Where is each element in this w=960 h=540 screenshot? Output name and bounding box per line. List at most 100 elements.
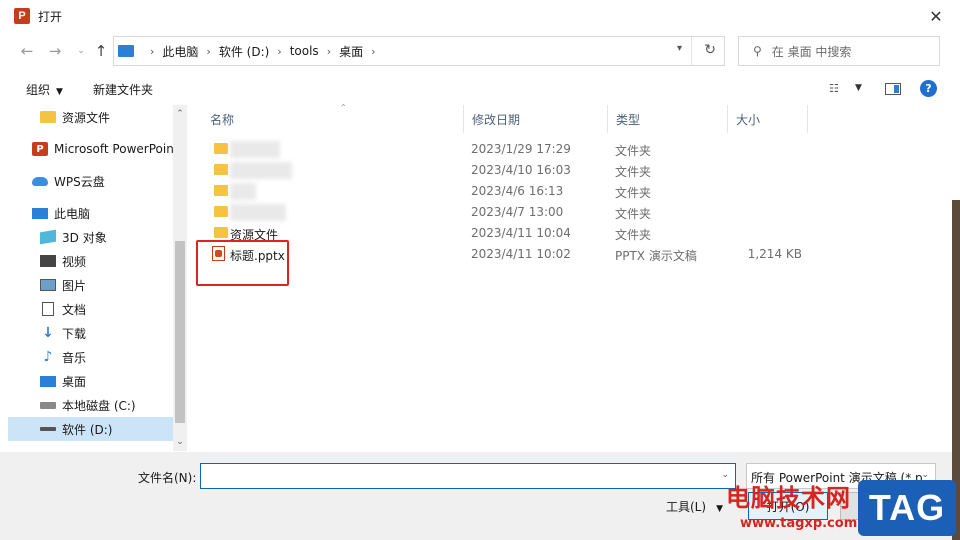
chevron-down-icon: ⌄ — [77, 46, 85, 56]
nav-item-label: 本地磁盘 (C:) — [62, 398, 136, 413]
watermark: 电脑技术网 www.tagxp.com TAG — [720, 478, 960, 540]
blurred-name — [230, 162, 292, 179]
file-row[interactable]: 2023/4/6 16:13 文件夹 — [202, 181, 822, 202]
breadcrumb-tools[interactable]: tools — [290, 44, 319, 58]
nav-item-label: WPS云盘 — [54, 174, 105, 189]
picture-icon — [40, 279, 56, 291]
help-icon[interactable]: ? — [920, 80, 937, 97]
file-row[interactable]: 2023/4/10 16:03 文件夹 — [202, 160, 822, 181]
file-type: 文件夹 — [615, 228, 652, 242]
nav-item-label: Microsoft PowerPoint — [54, 142, 179, 156]
computer-icon — [32, 207, 48, 219]
close-icon: ✕ — [929, 6, 943, 26]
breadcrumb-drive-d[interactable]: 软件 (D:) — [219, 43, 269, 60]
file-row[interactable]: 资源文件 2023/4/11 10:04 文件夹 — [202, 223, 822, 244]
navigation-pane: 资源文件 P Microsoft PowerPoint WPS云盘 此电脑 3D… — [8, 105, 188, 451]
nav-item-label: 此电脑 — [54, 206, 91, 221]
forward-button[interactable]: → — [46, 42, 64, 60]
file-date: 2023/4/10 16:03 — [471, 163, 571, 177]
tools-label: 工具(L) — [666, 500, 707, 514]
nav-item-drive-d[interactable]: 软件 (D:) — [8, 417, 173, 441]
organize-menu-button[interactable]: 组织 ▼ — [26, 81, 63, 98]
nav-item-label: 下载 — [62, 326, 87, 341]
blurred-name — [230, 183, 256, 200]
video-icon — [40, 255, 56, 267]
nav-item-label: 资源文件 — [62, 110, 111, 125]
cube-3d-icon — [40, 229, 56, 245]
cloud-icon — [32, 176, 48, 186]
caret-down-icon: ▼ — [56, 87, 63, 97]
nav-item-label: 图片 — [62, 278, 87, 293]
tools-menu-button[interactable]: 工具(L) ▼ — [666, 498, 723, 515]
folder-icon — [214, 164, 228, 175]
open-file-dialog: P 打开 ✕ ← → ⌄ ↑ › 此电脑 › 软件 (D:) › tools ›… — [0, 0, 960, 540]
arrow-right-icon: → — [48, 42, 62, 60]
file-date: 2023/1/29 17:29 — [471, 142, 571, 156]
column-header-type[interactable]: 类型 — [608, 105, 728, 133]
search-placeholder: 在 桌面 中搜索 — [771, 44, 852, 59]
preview-pane-icon[interactable] — [885, 83, 901, 95]
file-list: 名称 ⌃ 修改日期 类型 大小 2023/1/29 17:29 文件夹 2023… — [192, 103, 952, 451]
refresh-icon[interactable]: ↻ — [704, 42, 716, 58]
chevron-right-icon[interactable]: › — [327, 45, 331, 58]
chevron-right-icon[interactable]: › — [150, 45, 154, 58]
blurred-name — [230, 204, 286, 221]
music-icon: ♪ — [43, 349, 53, 365]
scroll-up-icon[interactable]: ⌃ — [173, 109, 187, 119]
column-header-label: 名称 — [210, 112, 235, 127]
folder-icon — [214, 206, 228, 217]
recent-locations-button[interactable]: ⌄ — [72, 42, 90, 60]
column-header-date-modified[interactable]: 修改日期 — [464, 105, 608, 133]
back-button[interactable]: ← — [18, 42, 36, 60]
column-header-size[interactable]: 大小 — [728, 105, 808, 133]
command-toolbar: 组织 ▼ 新建文件夹 ☷ ▼ ? — [0, 72, 960, 104]
nav-item-label: 音乐 — [62, 350, 87, 365]
filename-combobox[interactable]: ⌄ — [200, 463, 736, 489]
drive-icon — [40, 427, 56, 431]
view-details-icon[interactable]: ☷ — [829, 82, 839, 95]
breadcrumb-this-pc[interactable]: 此电脑 — [162, 43, 198, 60]
document-icon — [42, 302, 54, 316]
file-date: 2023/4/7 13:00 — [471, 205, 564, 219]
view-options-caret-icon[interactable]: ▼ — [855, 83, 862, 93]
chevron-right-icon[interactable]: › — [277, 45, 281, 58]
folder-icon — [40, 111, 56, 123]
nav-item-label: 3D 对象 — [62, 230, 107, 245]
file-size: 1,214 KB — [747, 247, 802, 261]
search-icon: ⚲ — [753, 44, 762, 58]
file-row[interactable]: 2023/4/7 13:00 文件夹 — [202, 202, 822, 223]
filename-input[interactable] — [205, 467, 705, 485]
address-bar[interactable]: › 此电脑 › 软件 (D:) › tools › 桌面 › ▾ ↻ — [113, 36, 725, 66]
up-button[interactable]: ↑ — [92, 42, 110, 60]
dialog-title: 打开 — [38, 10, 63, 24]
close-button[interactable]: ✕ — [926, 6, 946, 26]
scroll-down-icon[interactable]: ⌄ — [173, 437, 187, 447]
title-bar: P 打开 ✕ — [0, 0, 960, 32]
desktop-icon — [40, 375, 56, 387]
folder-icon — [214, 227, 228, 238]
annotation-highlight-box — [196, 240, 289, 286]
scrollbar-thumb[interactable] — [175, 241, 185, 423]
navigation-bar: ← → ⌄ ↑ › 此电脑 › 软件 (D:) › tools › 桌面 › ▾… — [0, 34, 960, 68]
file-row[interactable]: 2023/1/29 17:29 文件夹 — [202, 139, 822, 160]
file-row-pptx[interactable]: 标题.pptx 2023/4/11 10:02 PPTX 演示文稿 1,214 … — [202, 244, 822, 265]
nav-item-label: 软件 (D:) — [62, 422, 113, 437]
nav-item-label: 文档 — [62, 302, 87, 317]
blurred-name — [230, 141, 280, 158]
file-type: PPTX 演示文稿 — [615, 249, 697, 263]
search-box[interactable]: ⚲ 在 桌面 中搜索 — [738, 36, 940, 66]
filename-label: 文件名(N): — [138, 471, 197, 485]
nav-item-label: 桌面 — [62, 374, 87, 389]
chevron-right-icon[interactable]: › — [206, 45, 210, 58]
arrow-left-icon: ← — [20, 42, 34, 60]
column-header-name[interactable]: 名称 ⌃ — [202, 103, 464, 133]
powerpoint-app-icon: P — [14, 8, 30, 24]
watermark-title: 电脑技术网 — [726, 484, 851, 512]
new-folder-button[interactable]: 新建文件夹 — [93, 81, 153, 98]
address-dropdown-icon[interactable]: ▾ — [677, 43, 682, 54]
chevron-right-icon[interactable]: › — [371, 45, 375, 58]
address-divider — [691, 37, 692, 65]
nav-pane-scrollbar[interactable]: ⌃ ⌄ — [173, 105, 187, 451]
breadcrumb-desktop[interactable]: 桌面 — [339, 43, 363, 60]
local-disk-icon — [40, 401, 56, 409]
